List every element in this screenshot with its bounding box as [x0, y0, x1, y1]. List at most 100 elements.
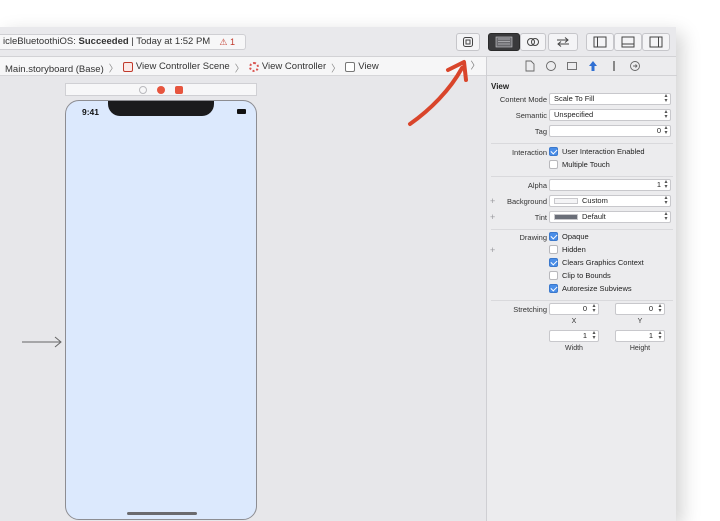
- toolbar: icleBluetoothiOS: Succeeded | Today at 1…: [0, 27, 676, 57]
- entry-point-arrow-icon[interactable]: [22, 336, 62, 348]
- quick-help-icon[interactable]: [545, 60, 557, 72]
- stepper-icon[interactable]: ▴ ▾: [663, 126, 669, 136]
- hidden-label: Hidden: [562, 245, 586, 254]
- attributes-inspector: View Content Mode Scale To Fill ▴ ▾ Seman…: [486, 57, 677, 521]
- interaction-label: Interaction: [511, 148, 547, 157]
- standard-editor-icon: [495, 36, 513, 48]
- clip-to-bounds-checkbox[interactable]: [549, 271, 558, 280]
- stretching-size-row: 1 ▴ ▾ 1 ▴ ▾: [487, 330, 677, 344]
- clears-graphics-label: Clears Graphics Context: [562, 258, 644, 267]
- standard-editor-button[interactable]: [488, 33, 520, 51]
- hidden-row: + Hidden: [487, 244, 677, 258]
- multiple-touch-checkbox[interactable]: [549, 160, 558, 169]
- stepper-icon[interactable]: ▴ ▾: [657, 330, 663, 341]
- stretching-y-input[interactable]: 0 ▴ ▾: [615, 303, 665, 315]
- warning-count[interactable]: ⚠ 1: [219, 35, 235, 49]
- autoresize-row: Autoresize Subviews: [487, 283, 677, 297]
- add-variation-icon[interactable]: +: [490, 196, 495, 206]
- stretching-xy-row: Stretching 0 ▴ ▾ 0 ▴ ▾: [487, 303, 677, 317]
- stepper-icon[interactable]: ▴ ▾: [591, 303, 597, 314]
- tint-row: + Tint Default ▴ ▾: [487, 211, 677, 225]
- divider: [491, 229, 673, 230]
- tag-label: Tag: [534, 127, 547, 136]
- semantic-select[interactable]: Unspecified ▴ ▾: [549, 109, 671, 121]
- debug-area-toggle-button[interactable]: [614, 33, 642, 51]
- exit-icon[interactable]: [175, 85, 183, 94]
- add-variation-icon[interactable]: +: [490, 245, 495, 255]
- tint-label: Tint: [534, 213, 547, 222]
- chevron-right-icon[interactable]: 〉: [470, 57, 480, 76]
- stretching-height-caption: Height: [629, 345, 651, 352]
- drawing-label: Drawing: [519, 233, 547, 242]
- divider: [491, 143, 673, 144]
- device-notch: [108, 101, 214, 116]
- alpha-label: Alpha: [527, 181, 547, 190]
- content-mode-select[interactable]: Scale To Fill ▴ ▾: [549, 93, 671, 105]
- library-button[interactable]: [456, 33, 480, 51]
- build-status: Succeeded: [78, 36, 129, 47]
- add-variation-icon[interactable]: +: [490, 212, 495, 222]
- jumpbar-view[interactable]: View: [345, 57, 379, 76]
- identity-inspector-icon[interactable]: [566, 60, 578, 72]
- divider: [491, 176, 673, 177]
- stepper-icon[interactable]: ▴ ▾: [663, 180, 669, 190]
- user-interaction-checkbox[interactable]: [549, 147, 558, 156]
- alpha-input[interactable]: 1 ▴ ▾: [549, 179, 671, 191]
- library-icon: [463, 37, 473, 47]
- tag-input[interactable]: 0 ▴ ▾: [549, 125, 671, 137]
- popup-arrows-icon: ▴ ▾: [664, 109, 668, 120]
- file-inspector-icon[interactable]: [524, 60, 536, 72]
- inspector-tabs: [487, 57, 677, 76]
- right-panel-icon: [649, 36, 663, 48]
- color-swatch: [554, 214, 578, 221]
- background-color-select[interactable]: Custom ▴ ▾: [549, 195, 671, 207]
- stretching-x-input[interactable]: 0 ▴ ▾: [549, 303, 599, 315]
- stretching-x-caption: X: [571, 318, 577, 325]
- size-inspector-icon[interactable]: [608, 60, 620, 72]
- content-mode-row: Content Mode Scale To Fill ▴ ▾: [487, 93, 677, 107]
- version-editor-icon: [557, 37, 569, 47]
- opaque-checkbox[interactable]: [549, 232, 558, 241]
- scene-icon: [122, 61, 133, 72]
- assistant-editor-button[interactable]: [520, 33, 546, 51]
- clears-graphics-row: Clears Graphics Context: [487, 257, 677, 271]
- connections-inspector-icon[interactable]: [629, 60, 641, 72]
- popup-arrows-icon: ▴ ▾: [664, 195, 668, 206]
- project-name: icleBluetoothiOS:: [3, 36, 76, 47]
- navigator-toggle-button[interactable]: [586, 33, 614, 51]
- device-frame-view[interactable]: 9:41: [65, 100, 257, 520]
- home-indicator: [127, 512, 197, 515]
- clip-to-bounds-row: Clip to Bounds: [487, 270, 677, 284]
- clears-graphics-checkbox[interactable]: [549, 258, 558, 267]
- build-time: | Today at 1:52 PM: [131, 36, 211, 47]
- interaction-row: Interaction User Interaction Enabled: [487, 146, 677, 160]
- scene-dock: [65, 83, 257, 96]
- background-label: Background: [506, 197, 547, 206]
- user-interaction-label: User Interaction Enabled: [562, 147, 645, 156]
- jumpbar-scene[interactable]: View Controller Scene: [122, 57, 230, 76]
- attributes-inspector-icon[interactable]: [587, 60, 599, 72]
- storyboard-canvas[interactable]: 9:41: [0, 76, 486, 521]
- stretching-height-input[interactable]: 1 ▴ ▾: [615, 330, 665, 342]
- divider: [491, 300, 673, 301]
- color-swatch: [554, 198, 578, 205]
- semantic-row: Semantic Unspecified ▴ ▾: [487, 109, 677, 123]
- left-panel-icon: [593, 36, 607, 48]
- first-responder-icon[interactable]: [139, 85, 147, 94]
- version-editor-button[interactable]: [548, 33, 578, 51]
- clip-to-bounds-label: Clip to Bounds: [562, 271, 611, 280]
- activity-viewer: icleBluetoothiOS: Succeeded | Today at 1…: [0, 34, 246, 50]
- tint-color-select[interactable]: Default ▴ ▾: [549, 211, 671, 223]
- autoresize-checkbox[interactable]: [549, 284, 558, 293]
- stepper-icon[interactable]: ▴ ▾: [591, 330, 597, 341]
- utilities-toggle-button[interactable]: [642, 33, 670, 51]
- xcode-window: icleBluetoothiOS: Succeeded | Today at 1…: [0, 27, 677, 521]
- popup-arrows-icon: ▴ ▾: [664, 211, 668, 222]
- hidden-checkbox[interactable]: [549, 245, 558, 254]
- stepper-icon[interactable]: ▴ ▾: [657, 303, 663, 314]
- view-controller-icon[interactable]: [157, 85, 165, 94]
- status-bar-time: 9:41: [82, 107, 100, 117]
- jumpbar-view-controller[interactable]: View Controller: [248, 57, 326, 76]
- assistant-editor-icon: [527, 38, 539, 46]
- stretching-width-input[interactable]: 1 ▴ ▾: [549, 330, 599, 342]
